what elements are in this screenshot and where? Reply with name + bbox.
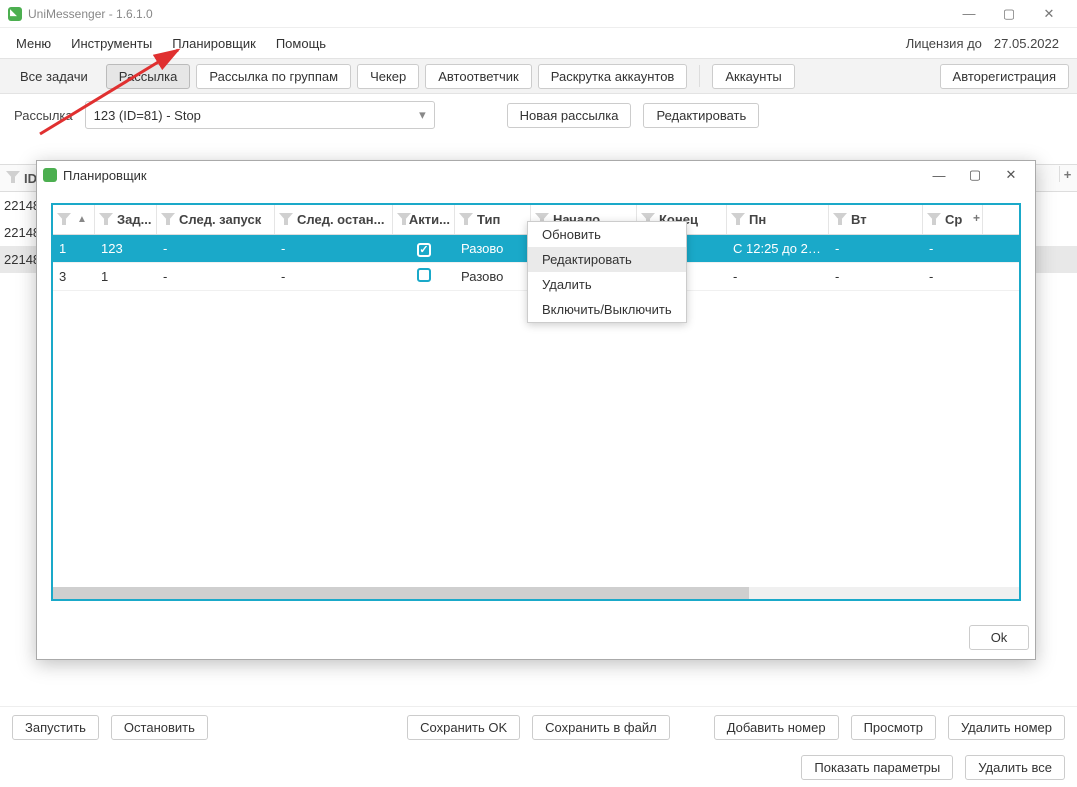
app-icon (8, 7, 22, 21)
autoreg-button[interactable]: Авторегистрация (940, 64, 1069, 89)
col-active[interactable]: Акти... (393, 205, 455, 234)
tab-checker[interactable]: Чекер (357, 64, 419, 89)
menu-item-menu[interactable]: Меню (6, 32, 61, 55)
start-button[interactable]: Запустить (12, 715, 99, 740)
minimize-button[interactable]: — (949, 0, 989, 28)
ctx-refresh[interactable]: Обновить (528, 222, 686, 247)
dialog-ok-button[interactable]: Ok (969, 625, 1029, 650)
license-date: 27.05.2022 (994, 36, 1059, 51)
add-column-icon[interactable]: + (1059, 166, 1075, 182)
tab-autoresponder[interactable]: Автоответчик (425, 64, 531, 89)
show-params-button[interactable]: Показать параметры (801, 755, 953, 780)
menu-item-scheduler[interactable]: Планировщик (162, 32, 266, 55)
maximize-button[interactable]: ▢ (989, 0, 1029, 28)
edit-mailing-button[interactable]: Редактировать (643, 103, 759, 128)
accounts-button[interactable]: Аккаунты (712, 64, 794, 89)
col-wednesday[interactable]: Ср+ (923, 205, 983, 234)
col-next-run[interactable]: След. запуск (157, 205, 275, 234)
save-ok-button[interactable]: Сохранить OK (407, 715, 520, 740)
col-tuesday[interactable]: Вт (829, 205, 923, 234)
active-checkbox[interactable] (417, 268, 431, 282)
dialog-titlebar[interactable]: Планировщик — ▢ ✕ (37, 161, 1035, 189)
close-button[interactable]: ✕ (1029, 0, 1069, 28)
col-next-stop[interactable]: След. остан... (275, 205, 393, 234)
filter-icon[interactable] (279, 213, 293, 227)
chevron-down-icon: ▾ (419, 107, 426, 123)
dialog-close-button[interactable]: ✕ (993, 161, 1029, 189)
add-column-icon[interactable]: + (973, 211, 980, 225)
title-bar: UniMessenger - 1.6.1.0 — ▢ ✕ (0, 0, 1077, 28)
context-menu: Обновить Редактировать Удалить Включить/… (527, 221, 687, 323)
preview-button[interactable]: Просмотр (851, 715, 936, 740)
dialog-title: Планировщик (63, 168, 921, 183)
col-task[interactable]: Зад... (95, 205, 157, 234)
filter-icon[interactable] (57, 213, 71, 227)
ctx-toggle[interactable]: Включить/Выключить (528, 297, 686, 322)
dialog-minimize-button[interactable]: — (921, 161, 957, 189)
menu-item-tools[interactable]: Инструменты (61, 32, 162, 55)
menu-item-help[interactable]: Помощь (266, 32, 336, 55)
filter-icon[interactable] (397, 213, 405, 227)
filter-icon[interactable] (6, 171, 20, 185)
ctx-delete[interactable]: Удалить (528, 272, 686, 297)
col-type[interactable]: Тип (455, 205, 531, 234)
new-mailing-button[interactable]: Новая рассылка (507, 103, 632, 128)
save-file-button[interactable]: Сохранить в файл (532, 715, 670, 740)
scheduler-dialog: Планировщик — ▢ ✕ ▲ Зад... След. запуск … (36, 160, 1036, 660)
col-id[interactable]: ▲ (53, 205, 95, 234)
tab-mailing[interactable]: Рассылка (106, 64, 191, 89)
horizontal-scrollbar[interactable] (53, 587, 1019, 599)
dialog-maximize-button[interactable]: ▢ (957, 161, 993, 189)
filter-icon[interactable] (833, 213, 847, 227)
mailing-subrow: Рассылка 123 (ID=81) - Stop ▾ Новая расс… (0, 94, 1077, 136)
license-label: Лицензия до (906, 36, 982, 51)
app-title: UniMessenger - 1.6.1.0 (28, 7, 949, 21)
col-monday[interactable]: Пн (727, 205, 829, 234)
stop-button[interactable]: Остановить (111, 715, 208, 740)
filter-icon[interactable] (459, 213, 473, 227)
filter-icon[interactable] (731, 213, 745, 227)
ctx-edit[interactable]: Редактировать (528, 247, 686, 272)
mailing-select-value: 123 (ID=81) - Stop (94, 108, 201, 123)
sort-asc-icon: ▲ (77, 214, 87, 225)
active-checkbox[interactable] (417, 243, 431, 257)
tabs-toolbar: Все задачи Рассылка Рассылка по группам … (0, 58, 1077, 94)
license-info: Лицензия до 27.05.2022 (906, 36, 1071, 51)
filter-icon[interactable] (161, 213, 175, 227)
mailing-select[interactable]: 123 (ID=81) - Stop ▾ (85, 101, 435, 129)
tab-mailing-groups[interactable]: Рассылка по группам (196, 64, 351, 89)
delete-number-button[interactable]: Удалить номер (948, 715, 1065, 740)
app-icon (43, 168, 57, 182)
filter-icon[interactable] (99, 213, 113, 227)
delete-all-button[interactable]: Удалить все (965, 755, 1065, 780)
tab-all-tasks[interactable]: Все задачи (8, 65, 100, 88)
tab-promotion[interactable]: Раскрутка аккаунтов (538, 64, 688, 89)
mailing-label: Рассылка (14, 108, 73, 123)
add-number-button[interactable]: Добавить номер (714, 715, 839, 740)
filter-icon[interactable] (927, 213, 941, 227)
menu-bar: Меню Инструменты Планировщик Помощь Лице… (0, 28, 1077, 58)
bottom-toolbar: Запустить Остановить Сохранить OK Сохран… (0, 706, 1077, 787)
